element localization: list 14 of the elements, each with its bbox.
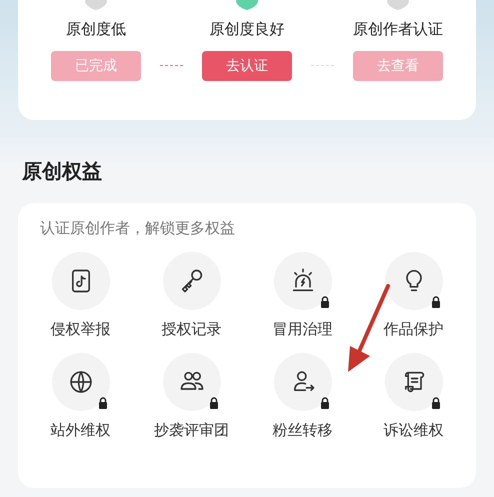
step-button[interactable]: 去认证 [202, 51, 292, 81]
feature-item[interactable]: 诉讼维权 [358, 353, 469, 440]
feature-item[interactable]: 作品保护 [358, 252, 469, 339]
section-title: 原创权益 [22, 158, 103, 185]
step-label: 原创度良好 [210, 20, 284, 39]
section-subtitle: 认证原创作者，解锁更多权益 [40, 219, 236, 238]
feature-item[interactable]: 授权记录 [136, 252, 247, 339]
feature-item[interactable]: 侵权举报 [25, 252, 136, 339]
feature-item[interactable]: 站外维权 [25, 353, 136, 440]
step-label: 原创度低 [66, 20, 126, 39]
step-label: 原创作者认证 [353, 20, 443, 39]
feature-item[interactable]: 冒用治理 [247, 252, 358, 339]
feature-item[interactable]: 粉丝转移 [247, 353, 358, 440]
feature-item[interactable]: 抄袭评审团 [136, 353, 247, 440]
